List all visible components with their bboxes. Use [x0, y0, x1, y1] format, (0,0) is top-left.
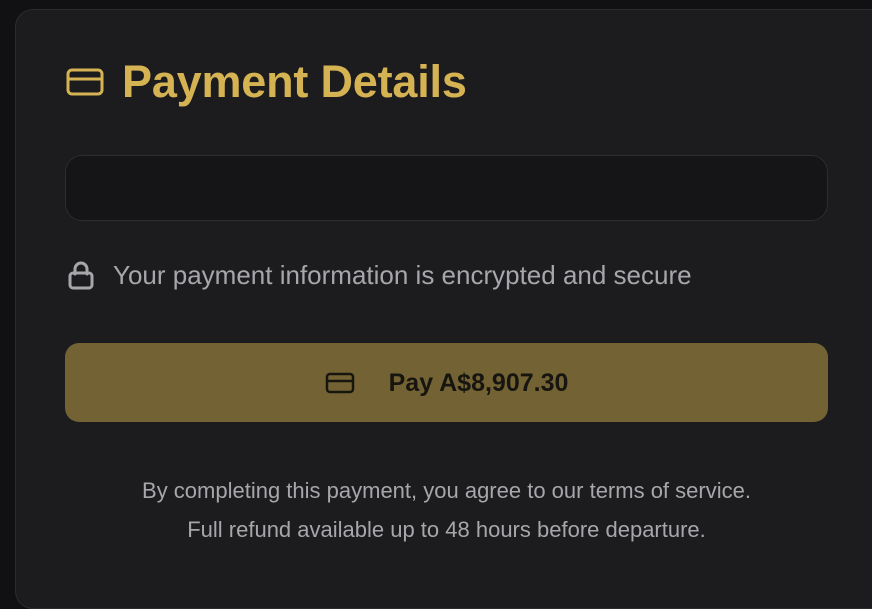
card-input-field[interactable]: [65, 155, 828, 221]
terms-line-1: By completing this payment, you agree to…: [142, 478, 751, 503]
payment-header: Payment Details: [66, 58, 467, 106]
credit-card-icon: [325, 371, 355, 395]
terms-text: By completing this payment, you agree to…: [65, 471, 828, 549]
pay-button-label: Pay A$8,907.30: [388, 368, 569, 397]
security-text: Your payment information is encrypted an…: [113, 260, 692, 290]
pay-button[interactable]: Pay A$8,907.30: [65, 343, 828, 422]
payment-card: Payment Details Your payment information…: [15, 9, 872, 609]
page-title: Payment Details: [122, 56, 467, 107]
terms-line-2: Full refund available up to 48 hours bef…: [187, 517, 706, 542]
lock-icon: [67, 260, 95, 290]
credit-card-icon: [66, 67, 104, 97]
security-note: Your payment information is encrypted an…: [67, 260, 692, 290]
